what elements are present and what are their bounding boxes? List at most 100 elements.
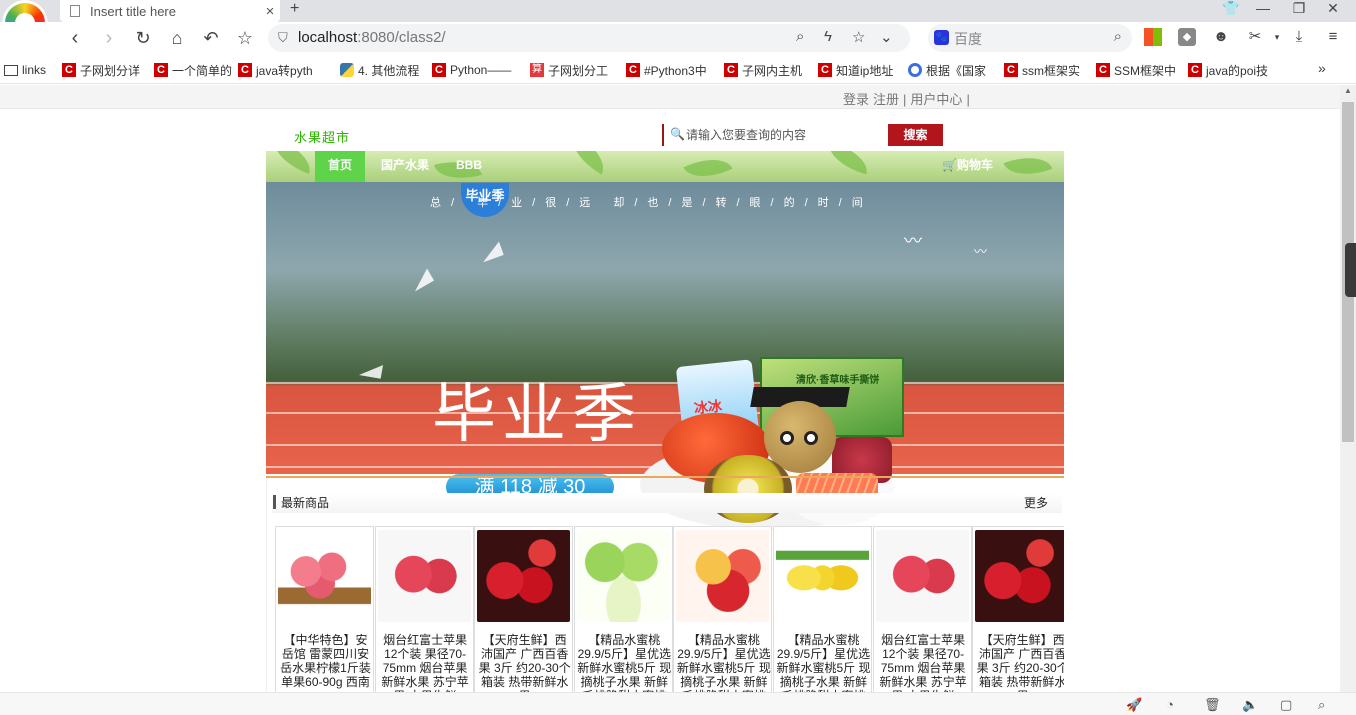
bookmarks-more-icon[interactable]: » [1318,60,1326,76]
search-icon[interactable]: ⌕ [1114,28,1122,45]
bookmark-item[interactable]: C 子网内主机 [724,61,812,79]
favorite-star-icon[interactable]: ☆ [232,27,258,49]
zoom-search-icon[interactable]: ⌕ [1318,697,1325,713]
product-image[interactable] [975,530,1064,622]
product-card[interactable]: 【精品水蜜桃29.9/5斤】星优选 新鲜水蜜桃5斤 现摘桃子水果 新鲜毛桃脆甜水… [673,526,773,692]
home-icon[interactable]: ⌂ [164,27,190,49]
apps-grid-icon[interactable] [1144,28,1162,46]
side-panel-handle[interactable] [1345,243,1356,297]
csdn-icon: C [238,63,252,77]
register-link[interactable]: 注册 [873,92,899,107]
product-name[interactable]: 【精品水蜜桃29.9/5斤】星优选 新鲜水蜜桃5斤 现摘桃子水果 新鲜毛桃脆甜水… [577,633,672,692]
product-image[interactable] [776,530,869,622]
back-icon[interactable]: ‹ [62,27,88,49]
leaf-decoration [563,151,613,175]
product-name[interactable]: 烟台红富士苹果12个装 果径70-75mm 烟台苹果 新鲜水果 苏宁苹果 水果生… [876,633,971,692]
product-image[interactable] [377,530,471,622]
nav-bbb[interactable]: BBB [443,151,495,182]
forward-icon[interactable]: › [96,27,122,49]
product-card[interactable]: 【精品水蜜桃29.9/5斤】星优选 新鲜水蜜桃5斤 现摘桃子水果 新鲜毛桃脆甜水… [773,526,872,692]
ghost-icon[interactable]: ☻ [1212,28,1230,46]
bookmark-item[interactable]: Cjava的poi技 [1188,61,1288,79]
shirt-skin-icon[interactable]: 👕 [1218,0,1244,17]
menu-icon[interactable]: ≡ [1324,28,1342,46]
lightning-icon[interactable]: ϟ [824,28,832,45]
address-bar[interactable]: ⛉ localhost:8080/class2/ ⌕ ϟ ☆ ⌄ [268,24,910,52]
promo-banner[interactable] [266,182,1064,474]
product-card[interactable]: 【精品水蜜桃29.9/5斤】星优选 新鲜水蜜桃5斤 现摘桃子水果 新鲜毛桃脆甜水… [573,526,673,692]
bookmark-item[interactable]: 根据《国家 [908,61,1000,79]
top-links: 登录 注册 | 用户中心 | [843,89,974,108]
volume-icon[interactable]: 🔈 [1242,697,1258,713]
new-tab-button[interactable]: + [290,0,299,18]
bookmark-item[interactable]: C 知道ip地址 [818,61,904,79]
product-name[interactable]: 【中华特色】安岳馆 雷蒙四川安岳水果柠檬1斤装 单果60-90g 西南 [278,633,373,689]
bookmark-item[interactable]: C 一个简单的 [154,61,234,79]
product-image[interactable] [875,530,969,622]
product-image[interactable] [576,530,670,622]
product-image[interactable] [278,530,371,622]
site-search-input[interactable] [686,126,882,144]
bookmark-label: java的poi技 [1206,63,1269,78]
bookmark-item[interactable]: links [4,61,54,79]
product-card[interactable]: 【中华特色】安岳馆 雷蒙四川安岳水果柠檬1斤装 单果60-90g 西南价格:¥1… [275,526,374,692]
login-link[interactable]: 登录 [843,92,869,107]
chevron-down-icon[interactable]: ▾ [1268,28,1286,46]
bird-icon: 〰 [904,231,922,251]
trash-icon[interactable]: 🗑 [1204,697,1221,713]
bookmark-item[interactable]: C SSM框架中 [1096,61,1184,79]
bookmark-item[interactable]: 算子网划分工 [530,61,620,79]
tab-close-icon[interactable]: × [260,3,280,20]
bookmark-star-icon[interactable]: ☆ [852,28,865,46]
product-card[interactable]: 【天府生鲜】西沛国产 广西百香果 3斤 约20-30个 箱装 热带新鲜水果价格:… [972,526,1064,692]
user-center-link[interactable]: 用户中心 [910,92,962,107]
chevron-down-icon[interactable]: ⌄ [880,28,893,46]
product-card[interactable]: 【天府生鲜】西沛国产 广西百香果 3斤 约20-30个 箱装 热带新鲜水果价格:… [474,526,574,692]
product-name[interactable]: 【精品水蜜桃29.9/5斤】星优选 新鲜水蜜桃5斤 现摘桃子水果 新鲜毛桃脆甜水… [776,633,871,692]
search-engine-box[interactable]: 🐾 百度 ⌕ [928,24,1132,52]
bookmark-item[interactable]: C #Python3中 [626,61,720,79]
product-card[interactable]: 烟台红富士苹果12个装 果径70-75mm 烟台苹果 新鲜水果 苏宁苹果 水果生… [374,526,474,692]
folder-icon [4,64,18,76]
reload-icon[interactable]: ↻ [130,27,156,49]
product-card[interactable]: 烟台红富士苹果12个装 果径70-75mm 烟台苹果 新鲜水果 苏宁苹果 水果生… [872,526,972,692]
nav-home[interactable]: 首页 [315,151,366,182]
bookmark-item[interactable]: 4. 其他流程 [340,61,428,79]
address-text[interactable]: localhost:8080/class2/ [298,29,446,46]
site-search-field[interactable]: 🔍 [662,124,884,146]
search-icon[interactable]: ⌕ [796,28,804,45]
product-name[interactable]: 烟台红富士苹果12个装 果径70-75mm 烟台苹果 新鲜水果 苏宁苹果 水果生… [378,633,473,692]
site-search-button[interactable]: 搜索 [888,124,943,146]
product-image[interactable] [477,530,571,622]
product-name[interactable]: 【天府生鲜】西沛国产 广西百香果 3斤 约20-30个 箱装 热带新鲜水果 [975,633,1064,692]
bookmark-item[interactable]: Cssm框架实 [1004,61,1092,79]
undo-close-icon[interactable]: ↶ [198,27,224,49]
download-icon[interactable]: ⤓ [1290,28,1308,46]
bookmark-item[interactable]: Cjava转pyth [238,61,334,79]
window-icon[interactable]: ▢ [1280,697,1292,713]
cart-link[interactable]: 🛒购物车 [942,151,993,182]
product-name[interactable]: 【天府生鲜】西沛国产 广西百香果 3斤 约20-30个 箱装 热带新鲜水果 [477,633,572,692]
search-engine-placeholder: 百度 [954,31,982,47]
scissors-icon[interactable]: ✂ [1246,28,1264,46]
bookmark-item[interactable]: C 子网划分详 [62,61,148,79]
product-name[interactable]: 【精品水蜜桃29.9/5斤】星优选 新鲜水蜜桃5斤 现摘桃子水果 新鲜毛桃脆甜水… [676,633,771,692]
section-marker [273,495,276,509]
close-window-button[interactable]: ✕ [1320,0,1346,17]
nav-domestic-fruit[interactable]: 国产水果 [368,151,442,182]
leaf-decoration [267,151,317,174]
site-brand[interactable]: 水果超市 [294,127,350,146]
banner-slogan: 总/ 毕/业/很/远 却/也/是/转/眼/的/时/间 [430,197,873,209]
refresh-circle-icon[interactable]: ◔ [1166,697,1174,712]
product-image[interactable] [676,530,770,622]
restore-button[interactable]: ❐ [1286,0,1312,17]
minimize-button[interactable]: — [1250,0,1276,16]
bookmark-item[interactable]: C Python—— [432,61,524,79]
extension-icon[interactable]: ◆ [1178,28,1196,46]
top-strip [0,85,1340,109]
more-link[interactable]: 更多 [1024,494,1048,511]
browser-tab[interactable]: Insert title here × [60,0,280,22]
leaf-decoration [683,151,733,182]
rocket-icon[interactable]: 🚀 [1126,697,1142,713]
scroll-up-icon[interactable]: ▲ [1344,86,1352,95]
